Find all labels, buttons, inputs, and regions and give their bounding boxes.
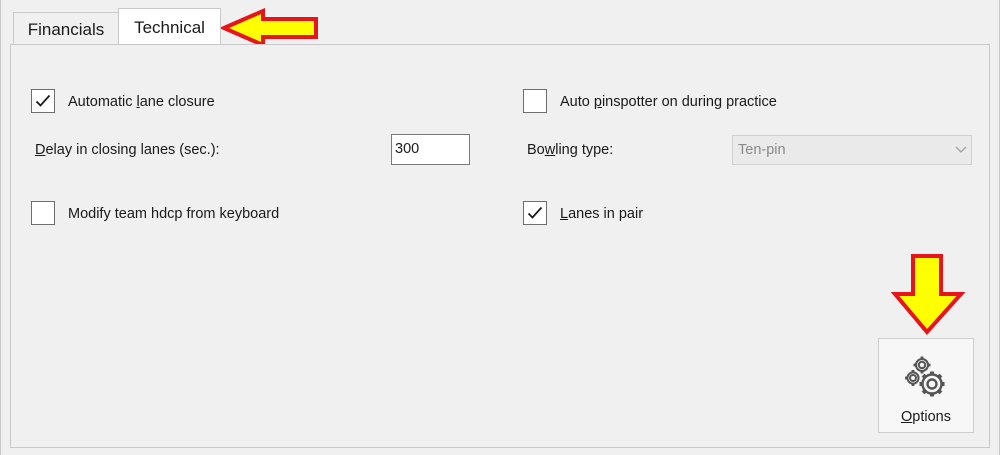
bowling-type-label: Bowling type: bbox=[527, 142, 614, 158]
checkmark-icon bbox=[527, 206, 543, 219]
delay-closing-label: Delay in closing lanes (sec.): bbox=[35, 142, 220, 158]
automatic-lane-closure-label: Automatic lane closure bbox=[68, 94, 215, 110]
bowling-type-select[interactable]: Ten-pin bbox=[732, 135, 972, 165]
options-label: Options bbox=[901, 409, 951, 425]
annotation-arrow-down bbox=[891, 254, 966, 336]
checkmark-icon bbox=[35, 94, 51, 107]
tab-financials[interactable]: Financials bbox=[13, 12, 119, 44]
auto-pinspotter-label: Auto pinspotter on during practice bbox=[560, 94, 777, 110]
auto-pinspotter-checkbox[interactable] bbox=[523, 89, 547, 113]
options-button[interactable]: Options bbox=[878, 338, 974, 433]
tab-technical[interactable]: Technical bbox=[118, 8, 221, 44]
lanes-in-pair-label: Lanes in pair bbox=[560, 206, 644, 222]
delay-closing-input[interactable]: 300 bbox=[391, 134, 470, 165]
chevron-down-icon bbox=[955, 146, 967, 153]
lanes-in-pair-checkbox[interactable] bbox=[523, 201, 547, 225]
modify-team-hdcp-label: Modify team hdcp from keyboard bbox=[68, 206, 280, 222]
settings-window: Financials Technical Automatic lane clos… bbox=[0, 0, 1000, 455]
gears-icon bbox=[905, 356, 945, 397]
modify-team-hdcp-checkbox[interactable] bbox=[31, 201, 55, 225]
automatic-lane-closure-checkbox[interactable] bbox=[31, 89, 55, 113]
bowling-type-value: Ten-pin bbox=[738, 142, 786, 158]
annotation-arrow-left bbox=[221, 8, 318, 48]
